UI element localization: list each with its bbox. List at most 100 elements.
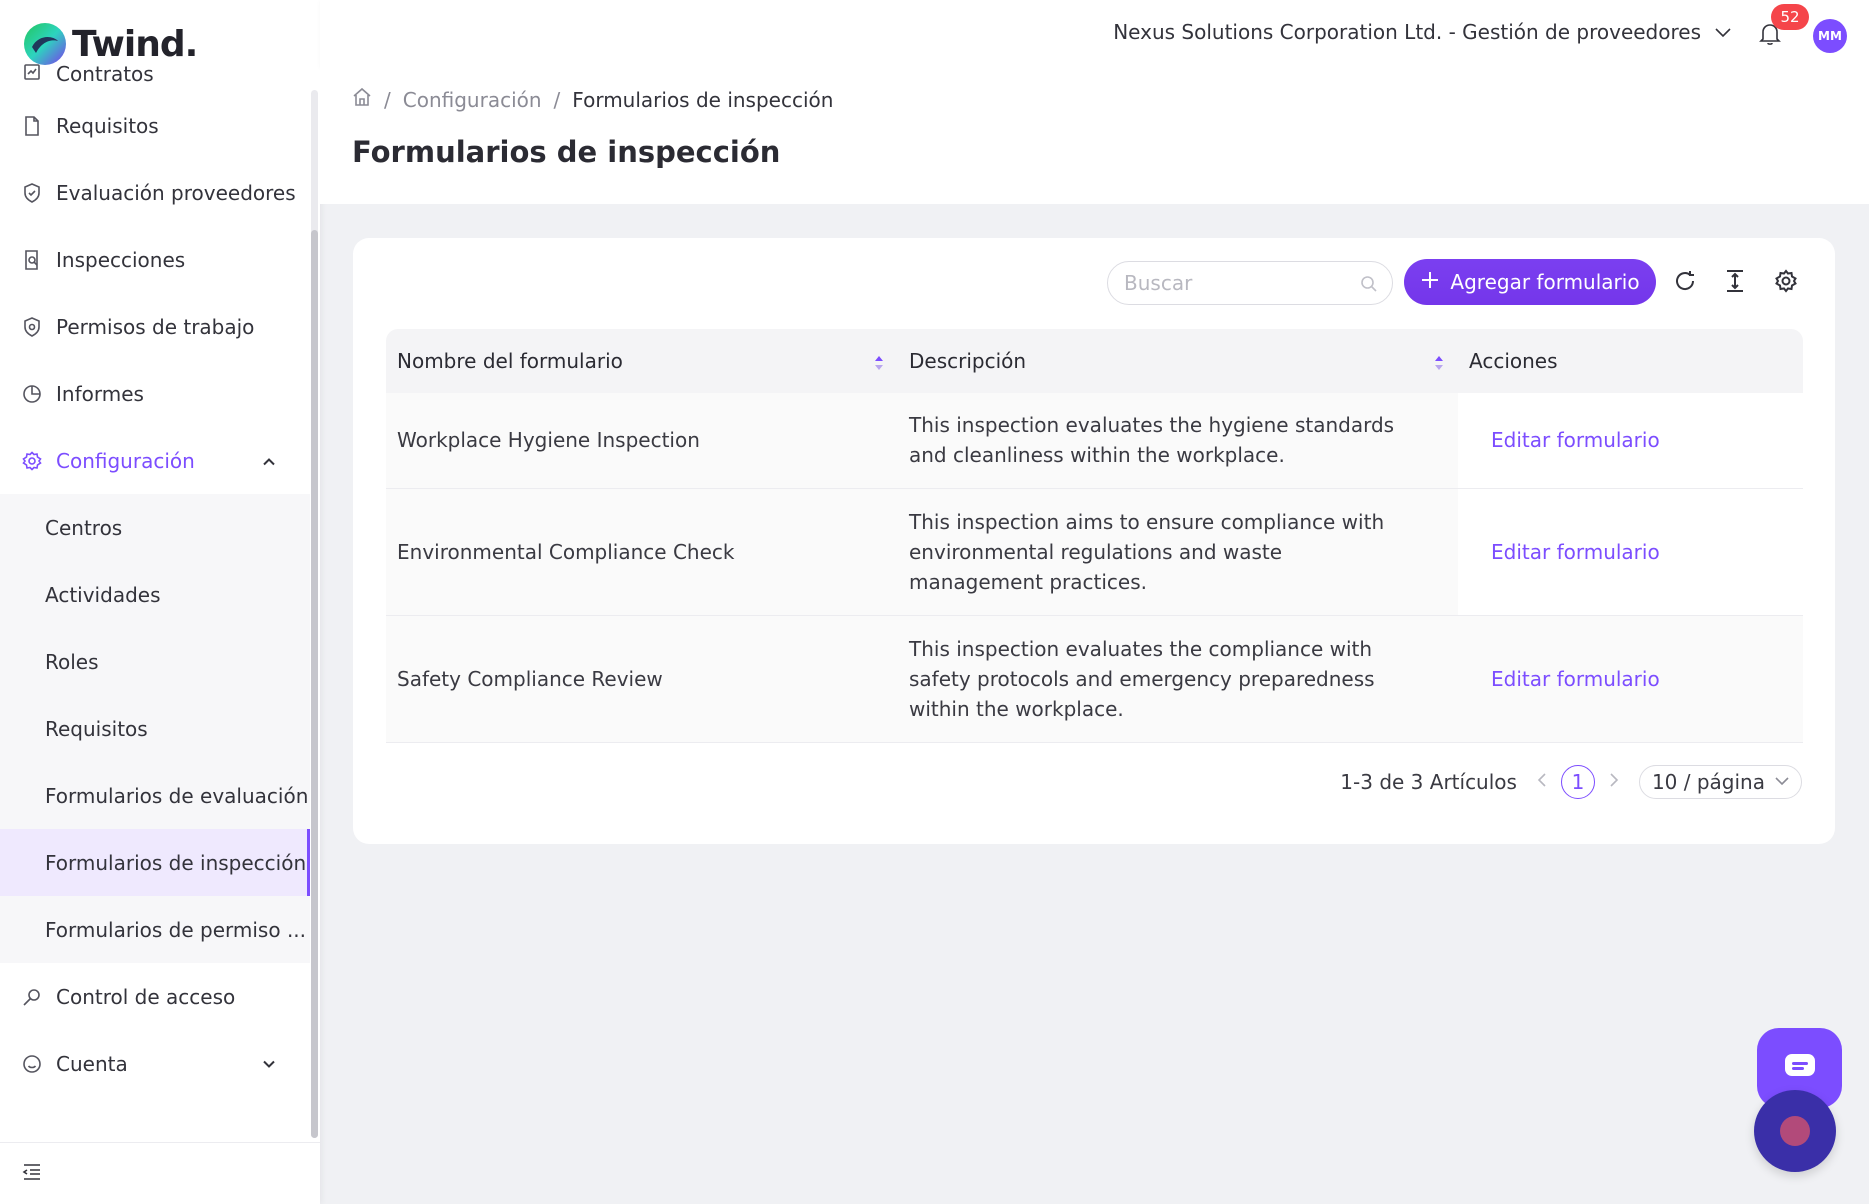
submenu-item-roles[interactable]: Roles: [0, 628, 310, 695]
collapse-menu-icon[interactable]: [22, 1163, 42, 1185]
submenu-item-label: Formularios de evaluación: [45, 783, 309, 808]
assistant-status-dot: [1780, 1116, 1810, 1146]
sidebar: Twind. Contratos Requisitos Evaluación p…: [0, 0, 320, 1204]
edit-form-link[interactable]: Editar formulario: [1491, 540, 1660, 564]
breadcrumb-parent[interactable]: Configuración: [403, 88, 542, 112]
submenu-item-centros[interactable]: Centros: [0, 494, 310, 561]
submenu-item-label: Requisitos: [45, 716, 148, 741]
sidebar-item-evaluacion[interactable]: Evaluación proveedores: [0, 159, 310, 226]
plus-icon: [1420, 269, 1440, 295]
key-icon: [22, 987, 42, 1007]
sidebar-item-control-acceso[interactable]: Control de acceso: [0, 963, 310, 1030]
actions-cell: Editar formulario: [1458, 615, 1803, 743]
page-size-select[interactable]: 10 / página: [1638, 765, 1802, 799]
search-icon: [1360, 274, 1378, 298]
sidebar-item-cuenta[interactable]: Cuenta: [0, 1030, 310, 1097]
organization-name: Nexus Solutions Corporation Ltd. - Gesti…: [1113, 20, 1701, 44]
table-row: Workplace Hygiene Inspection This inspec…: [386, 393, 1803, 489]
notification-badge: 52: [1771, 4, 1809, 30]
prev-page-icon[interactable]: [1537, 772, 1547, 793]
submenu-item-label: Formularios de permiso ...: [45, 917, 307, 942]
edit-form-link[interactable]: Editar formulario: [1491, 428, 1660, 452]
breadcrumb: / Configuración / Formularios de inspecc…: [352, 87, 833, 112]
submenu-item-formularios-inspeccion[interactable]: Formularios de inspección: [0, 829, 310, 896]
sort-icon[interactable]: [874, 353, 884, 371]
sidebar-item-requisitos[interactable]: Requisitos: [0, 92, 310, 159]
config-submenu: Centros Actividades Roles Requisitos For…: [0, 494, 310, 963]
column-header-label: Nombre del formulario: [397, 349, 623, 373]
submenu-item-label: Roles: [45, 649, 99, 674]
assistant-launcher-button[interactable]: [1754, 1090, 1836, 1172]
page-number-button[interactable]: 1: [1560, 765, 1595, 799]
contract-icon: [22, 62, 42, 82]
pie-chart-icon: [22, 384, 42, 404]
edit-form-link[interactable]: Editar formulario: [1491, 667, 1660, 691]
document-icon: [22, 115, 42, 136]
chevron-up-icon: [262, 451, 276, 470]
pagination: 1-3 de 3 Artículos 1 10 / página: [1340, 765, 1802, 799]
form-name-cell: Workplace Hygiene Inspection: [386, 393, 898, 489]
sidebar-item-informes[interactable]: Informes: [0, 360, 310, 427]
form-description-cell: This inspection evaluates the hygiene st…: [898, 393, 1458, 489]
actions-cell: Editar formulario: [1458, 393, 1803, 489]
refresh-icon[interactable]: [1671, 267, 1699, 295]
column-header-name[interactable]: Nombre del formulario: [386, 329, 898, 393]
form-description-cell: This inspection aims to ensure complianc…: [898, 488, 1458, 616]
sidebar-nav: Contratos Requisitos Evaluación proveedo…: [0, 62, 310, 1097]
submenu-item-actividades[interactable]: Actividades: [0, 561, 310, 628]
submenu-item-formularios-evaluacion[interactable]: Formularios de evaluación: [0, 762, 310, 829]
column-header-label: Descripción: [909, 349, 1027, 373]
sidebar-footer: [0, 1142, 320, 1204]
submenu-item-label: Centros: [45, 515, 123, 540]
sidebar-item-label: Cuenta: [56, 1051, 128, 1076]
organization-selector[interactable]: Nexus Solutions Corporation Ltd. - Gesti…: [1113, 20, 1731, 44]
forms-table: Nombre del formulario Descripción Accion…: [386, 329, 1803, 743]
column-height-icon[interactable]: [1721, 267, 1749, 295]
forms-card: Agregar formulario Nombre del formulario: [353, 238, 1835, 844]
submenu-item-label: Actividades: [45, 582, 161, 607]
sort-icon[interactable]: [1434, 353, 1444, 371]
submenu-item-formularios-permiso[interactable]: Formularios de permiso ...: [0, 896, 310, 963]
home-icon[interactable]: [352, 87, 372, 112]
form-name-cell: Environmental Compliance Check: [386, 488, 898, 616]
sidebar-item-contratos[interactable]: Contratos: [0, 62, 310, 92]
app-logo[interactable]: Twind.: [22, 20, 198, 68]
gear-icon: [22, 450, 42, 471]
sidebar-item-label: Requisitos: [56, 113, 159, 138]
settings-icon[interactable]: [1772, 267, 1800, 295]
sidebar-item-label: Evaluación proveedores: [56, 180, 296, 205]
avatar[interactable]: MM: [1813, 19, 1847, 53]
add-form-button[interactable]: Agregar formulario: [1404, 259, 1656, 305]
breadcrumb-separator: /: [384, 87, 391, 112]
form-name-cell: Safety Compliance Review: [386, 615, 898, 743]
sidebar-item-label: Informes: [56, 381, 144, 406]
sidebar-scrollbar-thumb[interactable]: [311, 230, 318, 1138]
chevron-down-icon: [1775, 774, 1789, 790]
inspection-icon: [22, 249, 42, 270]
actions-cell: Editar formulario: [1458, 488, 1803, 616]
page-header: / Configuración / Formularios de inspecc…: [320, 67, 1869, 204]
column-header-description[interactable]: Descripción: [898, 329, 1458, 393]
column-header-label: Acciones: [1469, 349, 1558, 373]
submenu-item-label: Formularios de inspección: [45, 850, 307, 875]
breadcrumb-separator: /: [553, 87, 561, 112]
next-page-icon[interactable]: [1609, 772, 1619, 793]
page-title: Formularios de inspección: [352, 135, 781, 169]
table-row: Safety Compliance Review This inspection…: [386, 615, 1803, 743]
sidebar-item-label: Permisos de trabajo: [56, 314, 255, 339]
shield-icon: [22, 316, 42, 337]
sidebar-item-permisos[interactable]: Permisos de trabajo: [0, 293, 310, 360]
shield-check-icon: [22, 182, 42, 203]
chat-bubble-icon: [1783, 1052, 1817, 1084]
sidebar-item-configuracion[interactable]: Configuración: [0, 427, 310, 494]
sidebar-item-inspecciones[interactable]: Inspecciones: [0, 226, 310, 293]
search-input[interactable]: [1124, 271, 1344, 295]
chevron-down-icon: [1715, 22, 1731, 43]
search-box[interactable]: [1107, 261, 1393, 305]
logo-text: Twind.: [72, 23, 198, 65]
sidebar-scrollbar[interactable]: [311, 90, 318, 1138]
chevron-down-icon: [262, 1054, 276, 1073]
table-row: Environmental Compliance Check This insp…: [386, 488, 1803, 616]
submenu-item-requisitos[interactable]: Requisitos: [0, 695, 310, 762]
form-description-cell: This inspection evaluates the compliance…: [898, 615, 1458, 743]
